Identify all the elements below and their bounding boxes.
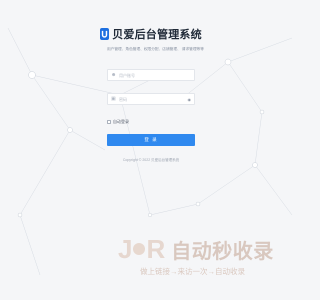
user-icon: ☻ — [111, 71, 117, 78]
watermark: J R 自动秒收录 做上链接→来访一次→自动收录 — [118, 236, 288, 281]
watermark-letter-j: J — [118, 234, 133, 264]
brand-header: 贝爱后台管理系统 — [100, 24, 202, 44]
auto-login-checkbox[interactable] — [107, 120, 111, 124]
auto-login-label: 自动登录 — [113, 119, 129, 124]
password-field[interactable]: ▣ ◉ — [107, 93, 195, 105]
auto-login-option[interactable]: 自动登录 — [107, 119, 195, 125]
watermark-slogan: 做上链接→来访一次→自动收录 — [140, 267, 245, 276]
lock-icon: ▣ — [111, 95, 116, 102]
copyright-text: Copyright © 2022 贝爱后台管理系统 — [122, 158, 180, 162]
password-input[interactable] — [119, 96, 188, 102]
eye-icon[interactable]: ◉ — [188, 97, 192, 102]
shield-u-logo-icon — [100, 28, 110, 40]
app-title: 贝爱后台管理系统 — [112, 29, 202, 41]
app-subtitle: 用户管理、角色管理、权限分配、店铺管理、 请求管理等等 — [107, 47, 204, 51]
login-panel: 贝爱后台管理系统 用户管理、角色管理、权限分配、店铺管理、 请求管理等等 ☻ ▣… — [100, 24, 204, 163]
watermark-letter-r: R — [146, 234, 166, 264]
watermark-logo: J R — [118, 236, 165, 262]
watermark-dot — [133, 243, 146, 255]
username-input[interactable] — [119, 72, 191, 78]
username-field[interactable]: ☻ — [107, 69, 195, 81]
login-button[interactable]: 登 录 — [107, 134, 195, 146]
watermark-title: 自动秒收录 — [171, 240, 274, 263]
